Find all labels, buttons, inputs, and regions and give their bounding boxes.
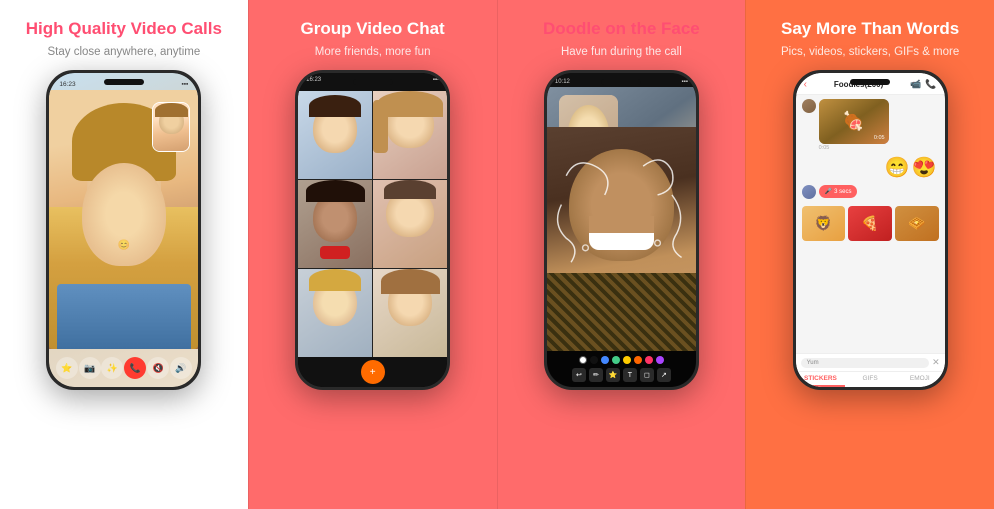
tab-emoji[interactable]: EMOJI — [895, 372, 945, 387]
main-video-1: 😊 — [49, 90, 198, 349]
chat-header: ‹ Foodies(200) 📹 📞 — [796, 73, 945, 95]
panel-doodle: Doodle on the Face Have fun during the c… — [497, 0, 746, 509]
group-video-grid — [298, 91, 447, 357]
share-icon[interactable]: ↗ — [657, 368, 671, 382]
brush-icon[interactable]: ✏ — [589, 368, 603, 382]
emoji-heart-eyes: 😍 — [912, 158, 937, 178]
call-controls-1: ⭐ 📷 ✨ 📞 🔇 🔊 — [49, 349, 198, 387]
group-cell-2 — [373, 91, 447, 179]
sticker-3: 🧇 — [895, 206, 939, 241]
status-bar-1: 16:23 ▪▪▪ — [49, 73, 198, 90]
speaker-btn[interactable]: 🔊 — [170, 357, 192, 379]
phone-mockup-2: 16:23 ▪▪▪ — [295, 70, 450, 390]
add-participant-btn[interactable]: + — [361, 360, 385, 384]
group-cell-3 — [298, 180, 372, 268]
panel-2-title: Group Video Chat — [301, 18, 445, 40]
status-bar-2: 16:23 ▪▪▪ — [298, 73, 447, 91]
panel-1-subtitle: Stay close anywhere, anytime — [47, 45, 200, 60]
panel-3-subtitle: Have fun during the call — [561, 45, 682, 60]
undo-icon[interactable]: ↩ — [572, 368, 586, 382]
signal-3: ▪▪▪ — [681, 79, 687, 85]
camera-btn[interactable]: 📷 — [79, 357, 101, 379]
end-call-btn[interactable]: 📞 — [124, 357, 146, 379]
voice-duration: 3 secs — [834, 189, 851, 195]
phone-mockup-3: 10:12 ▪▪▪ — [544, 70, 699, 390]
doodle-toolbar: ↩ ✏ ⭐ T ◻ ↗ — [547, 351, 696, 387]
emoji-tab-bar: STICKERS GIFS EMOJI — [796, 371, 945, 387]
text-icon[interactable]: T — [623, 368, 637, 382]
color-palette — [551, 356, 692, 364]
emoji-grin: 😁 — [885, 158, 910, 178]
phone-screen-2: 16:23 ▪▪▪ — [298, 73, 447, 387]
star-btn[interactable]: ⭐ — [56, 357, 78, 379]
group-cell-4 — [373, 180, 447, 268]
sticker-1: 🦁 — [802, 206, 846, 241]
group-cell-1 — [298, 91, 372, 179]
signal-2: ▪▪▪ — [433, 77, 439, 87]
signal-1: ▪▪▪ — [181, 81, 188, 88]
doodle-video — [547, 87, 696, 351]
sticker-row: 🦁 🍕 🧇 — [802, 206, 939, 241]
video-call-icon[interactable]: 📹 — [910, 79, 921, 90]
emoji-message: 😁 😍 — [802, 156, 939, 180]
voice-call-icon[interactable]: 📞 — [925, 79, 936, 90]
effect-btn[interactable]: ✨ — [101, 357, 123, 379]
mic-icon: 🎤 — [825, 188, 832, 195]
chat-image-bubble: 🍖 0:05 0:05 — [819, 99, 889, 151]
eraser-icon[interactable]: ◻ — [640, 368, 654, 382]
chat-title: Foodies(200) — [811, 80, 906, 89]
chat-avatar-2 — [802, 185, 816, 199]
color-black[interactable] — [590, 356, 598, 364]
time-1: 16:23 — [59, 81, 75, 88]
chat-avatar-1 — [802, 99, 816, 113]
phone-mockup-4: ‹ Foodies(200) 📹 📞 🍖 — [793, 70, 948, 390]
status-bar-3: 10:12 ▪▪▪ — [547, 73, 696, 87]
panel-4-title: Say More Than Words — [781, 18, 959, 40]
panel-2-subtitle: More friends, more fun — [315, 45, 431, 60]
panel-messaging: Say More Than Words Pics, videos, sticke… — [745, 0, 994, 509]
time-3: 10:12 — [555, 79, 570, 85]
color-orange[interactable] — [634, 356, 642, 364]
panel-group-chat: Group Video Chat More friends, more fun … — [248, 0, 497, 509]
panel-4-subtitle: Pics, videos, stickers, GIFs & more — [781, 45, 959, 60]
back-button[interactable]: ‹ — [804, 79, 807, 90]
group-cell-6 — [373, 269, 447, 357]
sticker-2: 🍕 — [848, 206, 892, 241]
mute-btn[interactable]: 🔇 — [147, 357, 169, 379]
color-white[interactable] — [579, 356, 587, 364]
sticker-icon[interactable]: ⭐ — [606, 368, 620, 382]
phone-mockup-1: 16:23 ▪▪▪ 😊 — [46, 70, 201, 390]
close-icon[interactable]: ✕ — [932, 357, 940, 368]
time-2: 16:23 — [306, 77, 321, 87]
color-yellow[interactable] — [623, 356, 631, 364]
tab-gifs[interactable]: GIFS — [845, 372, 895, 387]
group-chat-bottom: + — [298, 357, 447, 387]
color-blue[interactable] — [601, 356, 609, 364]
phone-screen-4: ‹ Foodies(200) 📹 📞 🍖 — [796, 73, 945, 387]
phone-screen-1: 16:23 ▪▪▪ 😊 — [49, 73, 198, 387]
color-purple[interactable] — [656, 356, 664, 364]
group-cell-5 — [298, 269, 372, 357]
chat-message-2: 🎤 3 secs — [802, 185, 939, 199]
chat-message-1: 🍖 0:05 0:05 — [802, 99, 939, 151]
header-icons: 📹 📞 — [910, 79, 936, 90]
panel-1-title: High Quality Video Calls — [26, 18, 222, 40]
phone-screen-3: 10:12 ▪▪▪ — [547, 73, 696, 387]
small-video-1 — [152, 102, 190, 152]
doodle-overlay — [547, 87, 696, 351]
chat-messages: 🍖 0:05 0:05 😁 😍 🎤 — [796, 95, 945, 353]
doodle-icons: ↩ ✏ ⭐ T ◻ ↗ — [551, 368, 692, 382]
food-image: 🍖 0:05 — [819, 99, 889, 144]
input-text: Yum — [807, 360, 819, 366]
tab-stickers[interactable]: STICKERS — [796, 372, 846, 387]
color-green[interactable] — [612, 356, 620, 364]
voice-message: 🎤 3 secs — [819, 185, 858, 198]
panel-3-title: Doodle on the Face — [543, 18, 700, 40]
chat-input[interactable]: Yum — [801, 358, 929, 368]
panel-video-calls: High Quality Video Calls Stay close anyw… — [0, 0, 248, 509]
small-face-1 — [153, 103, 189, 151]
color-pink[interactable] — [645, 356, 653, 364]
chat-input-row: Yum ✕ — [796, 353, 945, 371]
msg-time-1: 0:05 — [819, 145, 889, 151]
